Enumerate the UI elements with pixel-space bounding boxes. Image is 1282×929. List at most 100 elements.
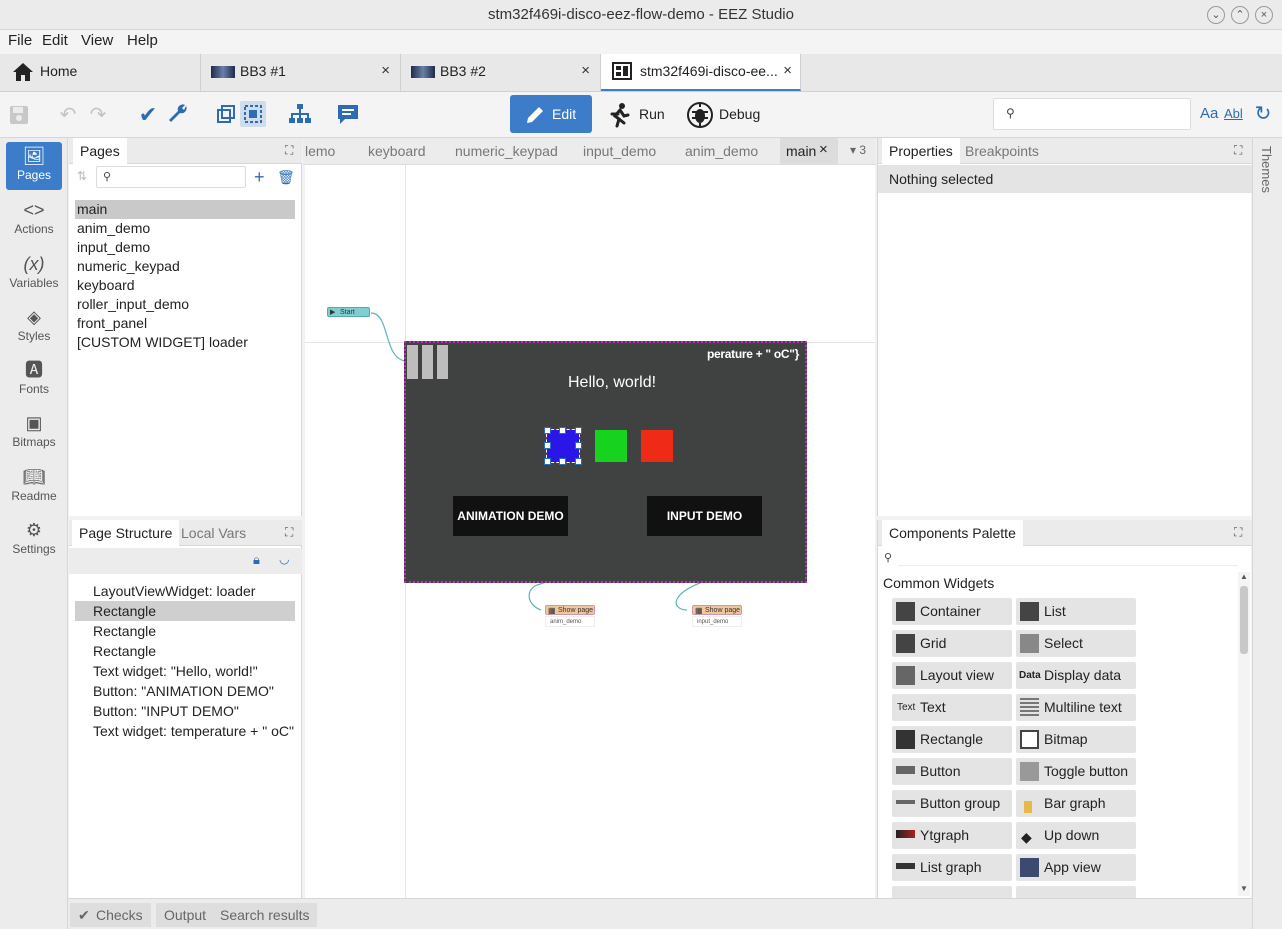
- tree-item[interactable]: Button: "ANIMATION DEMO": [75, 681, 295, 701]
- close-window-button[interactable]: ×: [1255, 6, 1273, 24]
- input-demo-button[interactable]: INPUT DEMO: [647, 496, 762, 536]
- palette-list[interactable]: List: [1016, 598, 1136, 625]
- palette-text[interactable]: Text Text: [892, 694, 1012, 721]
- pages-search-field[interactable]: ⚲: [96, 166, 246, 188]
- tree-item[interactable]: Text widget: temperature + " oC": [75, 721, 295, 741]
- palette-list-graph[interactable]: List graph: [892, 854, 1012, 881]
- nav-styles[interactable]: ◈ Styles: [6, 303, 62, 351]
- green-rectangle[interactable]: [595, 430, 627, 462]
- maximize-panel-icon[interactable]: ⛶: [285, 143, 293, 158]
- tab-checks[interactable]: ✔ Checks: [70, 903, 151, 927]
- tree-item[interactable]: Rectangle: [75, 641, 295, 661]
- close-icon[interactable]: ×: [819, 141, 828, 158]
- temperature-text-widget[interactable]: perature + " oC"}: [707, 347, 799, 361]
- tree-item[interactable]: Text widget: "Hello, world!": [75, 661, 295, 681]
- page-item-roller-input-demo[interactable]: roller_input_demo: [75, 295, 295, 314]
- menu-help[interactable]: Help: [127, 32, 158, 49]
- scroll-up-icon[interactable]: ▲: [1240, 572, 1248, 581]
- editor-tab-main[interactable]: main ×: [780, 138, 838, 164]
- hierarchy-icon[interactable]: [288, 103, 312, 125]
- palette-select[interactable]: Select: [1016, 630, 1136, 657]
- tab-properties[interactable]: Properties: [882, 138, 960, 164]
- add-page-button[interactable]: +: [254, 167, 265, 188]
- refresh-icon[interactable]: ↻: [1250, 101, 1276, 127]
- page-item-keyboard[interactable]: keyboard: [75, 276, 295, 295]
- tree-item[interactable]: LayoutViewWidget: loader: [75, 581, 295, 601]
- palette-ytgraph[interactable]: Ytgraph: [892, 822, 1012, 849]
- resize-handle[interactable]: [544, 442, 551, 449]
- hide-icon[interactable]: ◡: [279, 552, 289, 566]
- loader-layout-widget[interactable]: [406, 343, 450, 379]
- palette-scrollbar[interactable]: ▲ ▼: [1238, 572, 1250, 896]
- palette-search-input[interactable]: [898, 548, 1238, 566]
- wrench-icon[interactable]: [166, 102, 190, 126]
- blue-rectangle[interactable]: [544, 427, 582, 465]
- tab-bb3-1[interactable]: BB3 #1 ×: [201, 54, 401, 91]
- palette-container[interactable]: Container: [892, 598, 1012, 625]
- flow-canvas[interactable]: ▶ Start perature + " oC"} Hello, world! …: [305, 165, 875, 898]
- maximize-panel-icon[interactable]: ⛶: [285, 525, 293, 540]
- tab-home[interactable]: Home: [0, 54, 201, 91]
- tab-project[interactable]: stm32f469i-disco-ee... ×: [601, 54, 801, 91]
- save-icon[interactable]: [8, 104, 30, 126]
- palette-up-down[interactable]: ◆ Up down: [1016, 822, 1136, 849]
- palette-grid-widget[interactable]: Grid: [892, 630, 1012, 657]
- palette-bitmap[interactable]: Bitmap: [1016, 726, 1136, 753]
- page-item-anim-demo[interactable]: anim_demo: [75, 219, 295, 238]
- hello-text-widget[interactable]: Hello, world!: [568, 374, 656, 392]
- palette-toggle-button[interactable]: Toggle button: [1016, 758, 1136, 785]
- sort-icon[interactable]: ⇅: [77, 169, 87, 183]
- delete-page-button[interactable]: 🗑︎: [277, 169, 295, 186]
- tree-item[interactable]: Rectangle: [75, 621, 295, 641]
- nav-readme[interactable]: 📖︎ Readme: [6, 463, 62, 511]
- resize-handle[interactable]: [575, 458, 582, 465]
- undo-icon[interactable]: ↶: [55, 102, 81, 128]
- show-page-node-input[interactable]: ▦ Show page input_demo: [692, 605, 742, 631]
- page-item-front-panel[interactable]: front_panel: [75, 314, 295, 333]
- nav-actions[interactable]: <> Actions: [6, 196, 62, 244]
- scroll-down-icon[interactable]: ▼: [1240, 884, 1248, 893]
- whole-word-toggle[interactable]: Abl: [1224, 106, 1243, 121]
- tab-close-button[interactable]: ×: [783, 54, 792, 88]
- tab-search-results[interactable]: Search results: [212, 903, 318, 927]
- page-item-custom-widget-loader[interactable]: [CUSTOM WIDGET] loader: [75, 333, 295, 352]
- edit-mode-button[interactable]: Edit: [510, 95, 592, 133]
- comment-icon[interactable]: [336, 103, 360, 125]
- nav-fonts[interactable]: 🅰︎ Fonts: [6, 356, 62, 404]
- debug-mode-button[interactable]: Debug: [677, 95, 777, 133]
- select-children-icon[interactable]: [216, 104, 236, 124]
- nav-pages[interactable]: 🖼︎ Pages: [6, 142, 62, 190]
- maximize-panel-icon[interactable]: ⛶: [1234, 143, 1242, 158]
- show-page-node-anim[interactable]: ▦ Show page anim_demo: [545, 605, 595, 631]
- tab-bb3-2[interactable]: BB3 #2 ×: [401, 54, 601, 91]
- menu-file[interactable]: File: [8, 32, 32, 49]
- palette-partial-item[interactable]: [892, 886, 1012, 898]
- nav-bitmaps[interactable]: ▣ Bitmaps: [6, 409, 62, 457]
- resize-handle[interactable]: [544, 427, 551, 434]
- resize-handle[interactable]: [559, 458, 566, 465]
- animation-demo-button[interactable]: ANIMATION DEMO: [453, 496, 568, 536]
- resize-handle[interactable]: [559, 427, 566, 434]
- palette-app-view[interactable]: App view: [1016, 854, 1136, 881]
- editor-tab[interactable]: keyboard: [368, 138, 426, 164]
- nav-variables[interactable]: (x) Variables: [6, 250, 62, 298]
- tree-item[interactable]: Button: "INPUT DEMO": [75, 701, 295, 721]
- tree-item[interactable]: Rectangle: [75, 601, 295, 621]
- start-node[interactable]: ▶ Start: [327, 307, 370, 317]
- palette-display-data[interactable]: Data Display data: [1016, 662, 1136, 689]
- pages-search-input[interactable]: [119, 169, 239, 185]
- minimize-button[interactable]: ⌄: [1207, 6, 1225, 24]
- editor-tab[interactable]: anim_demo: [685, 138, 758, 164]
- palette-layout-view[interactable]: Layout view: [892, 662, 1012, 689]
- page-item-numeric-keypad[interactable]: numeric_keypad: [75, 257, 295, 276]
- tab-close-button[interactable]: ×: [381, 54, 390, 88]
- red-rectangle[interactable]: [641, 430, 673, 462]
- tab-page-structure[interactable]: Page Structure: [72, 520, 180, 546]
- tab-close-button[interactable]: ×: [581, 54, 590, 88]
- match-case-toggle[interactable]: Aa: [1200, 105, 1218, 122]
- page-item-input-demo[interactable]: input_demo: [75, 238, 295, 257]
- project-search-field[interactable]: ⚲: [993, 98, 1191, 130]
- resize-handle[interactable]: [575, 427, 582, 434]
- resize-handle[interactable]: [575, 442, 582, 449]
- resize-handle[interactable]: [544, 458, 551, 465]
